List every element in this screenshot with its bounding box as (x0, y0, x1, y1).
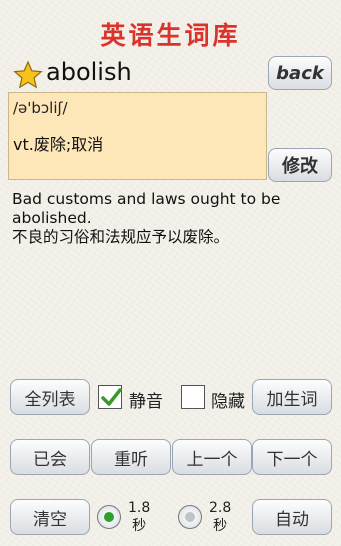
interval-1.8-unit: 秒 (132, 518, 147, 534)
known-button[interactable]: 已会 (10, 439, 90, 475)
previous-button[interactable]: 上一个 (172, 439, 252, 475)
interval-2.8-value: 2.8 (209, 500, 232, 516)
edit-button[interactable]: 修改 (268, 148, 332, 182)
example-english-line1: Bad customs and laws ought to be (12, 190, 281, 208)
add-word-button[interactable]: 加生词 (252, 379, 332, 415)
interval-1.8-label: 1.8 秒 (128, 499, 150, 535)
interval-1.8-value: 1.8 (128, 500, 151, 516)
favorite-star-icon[interactable] (13, 60, 43, 90)
interval-2.8-radio[interactable] (178, 505, 202, 529)
radio-unselected-dot (185, 512, 195, 522)
example-sentence: Bad customs and laws ought to be abolish… (12, 190, 334, 247)
hide-checkbox[interactable] (181, 385, 205, 409)
example-chinese: 不良的习俗和法规应予以废除。 (12, 228, 230, 246)
word-text: abolish (46, 58, 132, 86)
interval-2.8-label: 2.8 秒 (209, 499, 231, 535)
full-list-button[interactable]: 全列表 (10, 379, 90, 415)
phonetic-text: /ə'bɔliʃ/ (13, 99, 68, 117)
checkmark-icon (101, 388, 122, 406)
clear-button[interactable]: 清空 (10, 499, 90, 535)
meaning-text: vt.废除;取消 (13, 135, 104, 154)
radio-selected-dot (104, 512, 114, 522)
example-english-line2: abolished. (12, 209, 92, 227)
interval-1.8-radio[interactable] (97, 505, 121, 529)
back-button[interactable]: back (268, 56, 332, 90)
mute-checkbox[interactable] (98, 385, 122, 409)
next-button[interactable]: 下一个 (252, 439, 332, 475)
mute-label: 静音 (129, 392, 163, 412)
auto-button[interactable]: 自动 (252, 499, 332, 535)
interval-2.8-unit: 秒 (213, 518, 228, 534)
hide-label: 隐藏 (211, 392, 245, 412)
definition-card: /ə'bɔliʃ/ vt.废除;取消 (8, 92, 267, 180)
replay-button[interactable]: 重听 (91, 439, 171, 475)
app-title: 英语生词库 (100, 21, 241, 50)
